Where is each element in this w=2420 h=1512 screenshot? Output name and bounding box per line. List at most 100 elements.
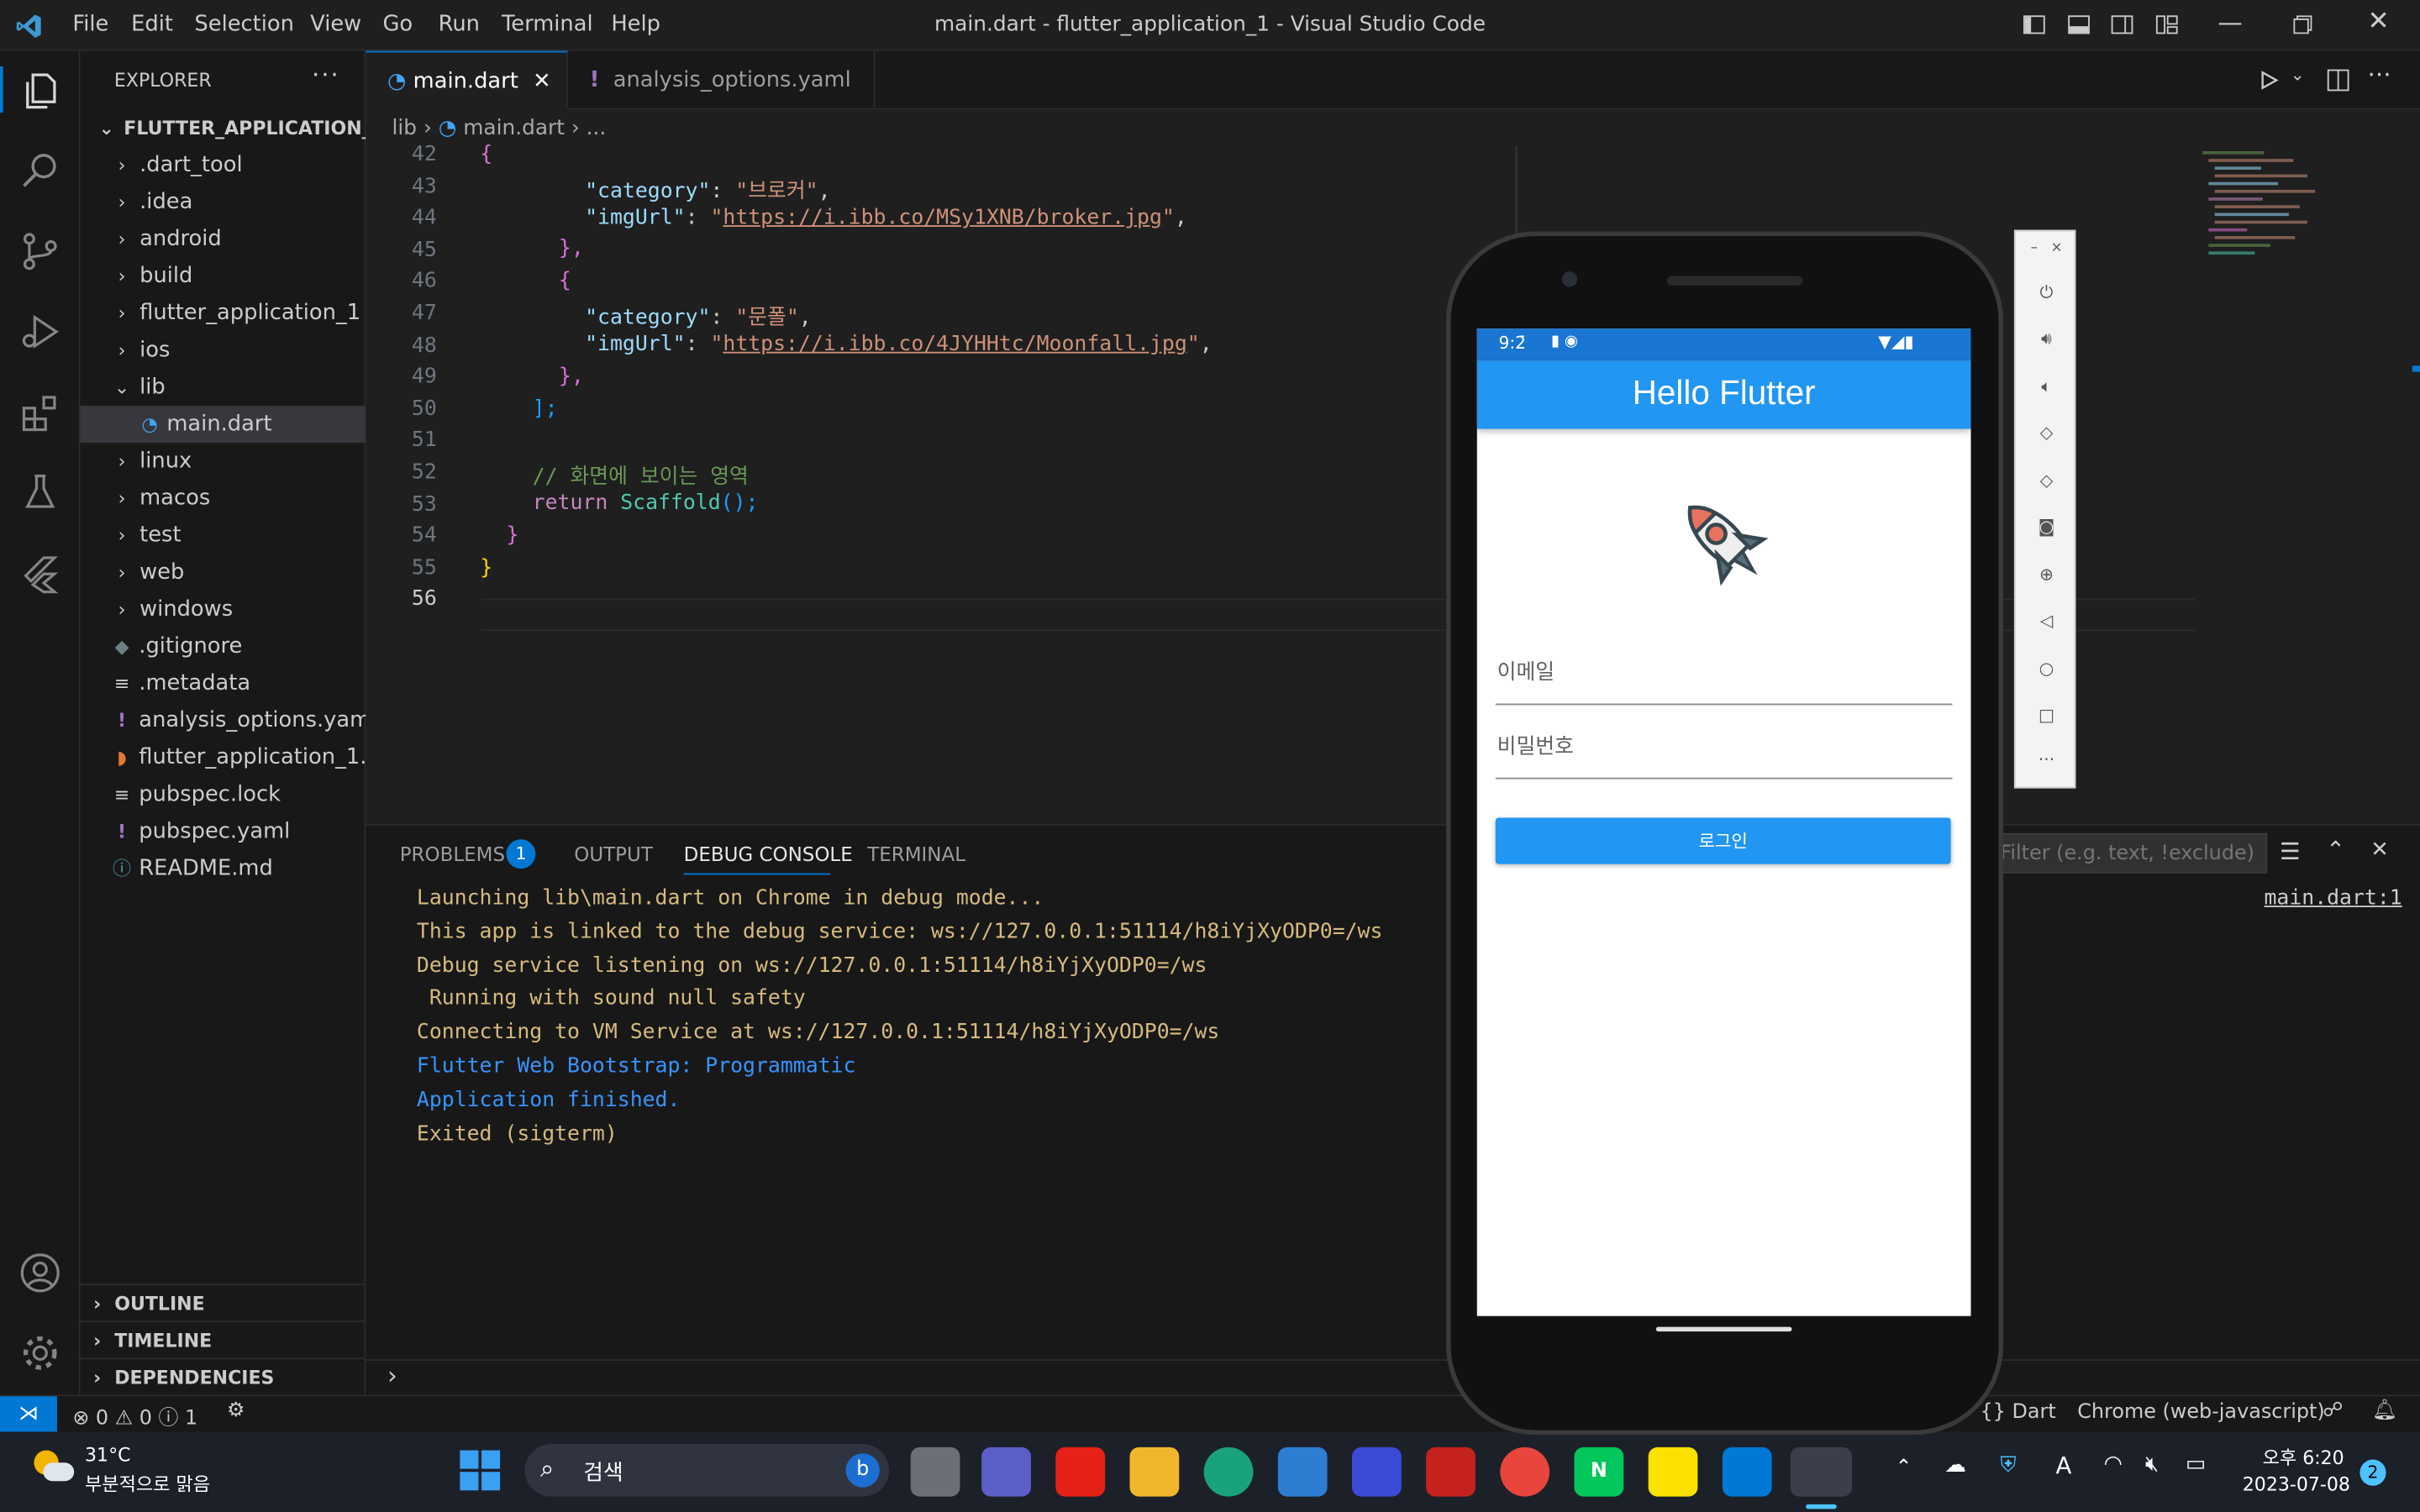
rotate-right-icon[interactable]: ◇ [2016,470,2077,491]
filter-input[interactable] [1986,832,2268,874]
more-actions-icon[interactable]: ··· [312,60,340,90]
gesture-bar[interactable] [1655,1326,1792,1332]
maximize-panel-icon[interactable]: ⌃ [2326,837,2345,864]
explorer-icon[interactable] [18,70,61,113]
back-icon[interactable]: ◁ [2016,611,2077,631]
tree-item[interactable]: › macos [81,480,366,517]
breadcrumb-more[interactable]: ... [587,116,607,140]
tree-item[interactable]: › ios [81,332,366,369]
tree-item[interactable]: › .idea [81,184,366,221]
tree-item[interactable]: ◆ .gitignore [81,628,366,665]
device-selector[interactable]: Chrome (web-javascript) [2077,1401,2324,1425]
close-window-icon[interactable]: ✕ [2368,6,2390,37]
code-url-link[interactable]: https://i.ibb.co/4JYHHtc/Moonfall.jpg [723,332,1186,356]
app-icon[interactable] [1351,1446,1402,1497]
tab-debug-console[interactable]: DEBUG CONSOLE [684,843,853,866]
word-wrap-icon[interactable]: ☰ [2280,837,2301,865]
breadcrumb-main-dart[interactable]: main.dart [463,116,565,140]
vscode-taskbar-icon[interactable] [1722,1446,1772,1497]
teams-icon[interactable] [981,1446,1031,1497]
tree-item[interactable]: › test [81,517,366,554]
emulator-taskbar-icon[interactable] [1790,1446,1853,1497]
emulator-minimize-close-icon[interactable]: – × [2016,241,2077,256]
camera-icon[interactable]: ◙ [2016,517,2077,537]
tree-item[interactable]: › web [81,554,366,591]
code-editor[interactable]: lib › ◔ main.dart › ... { "category": "브… [366,109,2420,824]
tab-main-dart[interactable]: ◔ main.dart ✕ [366,50,568,111]
mcafee-icon[interactable] [1426,1446,1476,1497]
taskbar-search[interactable]: ⌕ 검색 b [524,1444,889,1497]
wifi-icon[interactable]: ◠ [2103,1452,2122,1476]
split-editor-icon[interactable] [2326,68,2350,92]
run-icon[interactable] [2258,70,2280,92]
tree-item[interactable]: › android [81,221,366,258]
toggle-sidebar-icon[interactable] [2022,13,2046,37]
tree-item[interactable]: ! analysis_options.yaml [81,702,366,739]
remote-indicator-icon[interactable]: ⋊ [0,1396,57,1432]
run-debug-icon[interactable] [18,310,61,353]
naver-icon[interactable]: N [1574,1446,1624,1497]
project-root[interactable]: ⌄ FLUTTER_APPLICATION_1 [81,109,366,146]
tab-output[interactable]: OUTPUT [574,843,653,866]
close-tab-icon[interactable]: ✕ [533,52,551,111]
tab-problems[interactable]: PROBLEMS [400,843,505,866]
home-icon[interactable]: ○ [2016,659,2077,679]
start-button[interactable] [460,1450,501,1491]
tree-item[interactable]: ! pubspec.yaml [81,813,366,850]
overview-icon[interactable]: □ [2016,705,2077,725]
tree-item[interactable]: › windows [81,591,366,627]
edge-icon[interactable] [1203,1446,1254,1497]
tree-item[interactable]: ≡ pubspec.lock [81,776,366,813]
customize-layout-icon[interactable] [2154,13,2179,37]
section-outline[interactable]: › OUTLINE [80,1284,366,1320]
run-dropdown-icon[interactable]: ⌄ [2291,65,2305,85]
zoom-icon[interactable]: ⊕ [2016,564,2077,585]
search-icon[interactable] [18,148,61,191]
source-control-icon[interactable] [18,230,61,273]
accounts-icon[interactable] [18,1252,61,1294]
notifications-bell-icon[interactable]: 🔔︎ [2372,1399,2397,1423]
tab-analysis-options[interactable]: ! analysis_options.yaml [568,50,876,110]
code-url-link[interactable]: https://i.ibb.co/MSy1XNB/broker.jpg [723,205,1162,229]
editor-more-icon[interactable]: ··· [2368,60,2391,90]
store-icon[interactable] [1277,1446,1328,1497]
emulator-more-icon[interactable]: ··· [2016,750,2077,770]
testing-icon[interactable] [18,470,61,513]
feedback-icon[interactable]: ☍ [2323,1399,2343,1423]
tree-item[interactable]: › build [81,258,366,295]
flutter-icon[interactable] [18,553,61,596]
debug-icon[interactable]: ⚙ [227,1399,245,1423]
onedrive-icon[interactable]: ☁ [1944,1453,1966,1478]
restore-icon[interactable] [2293,15,2312,34]
language-mode[interactable]: {} Dart [1981,1401,2056,1425]
toggle-secondary-sidebar-icon[interactable] [2110,13,2134,37]
login-button[interactable]: 로그인 [1495,817,1951,864]
tab-terminal[interactable]: TERMINAL [867,843,965,866]
tree-item[interactable]: › linux [81,443,366,480]
task-view-icon[interactable] [910,1446,960,1497]
volume-down-icon[interactable]: 🔈︎ [2016,376,2077,398]
clock-date[interactable]: 2023-07-08 [2243,1473,2350,1495]
rotate-left-icon[interactable]: ◇ [2016,423,2077,443]
problems-status[interactable]: ⊗ 0 ⚠ 0 ⓘ 1 [72,1401,197,1431]
tree-item[interactable]: ⌄ lib [81,369,366,406]
weather-icon[interactable] [31,1450,75,1484]
clock-time[interactable]: 오후 6:20 [2263,1444,2344,1470]
tree-item[interactable]: ⓘ README.md [81,850,366,887]
tray-overflow-icon[interactable]: ⌃ [1896,1457,1912,1480]
close-panel-icon[interactable]: ✕ [2370,837,2389,862]
tree-item[interactable]: ≡ .metadata [81,665,366,702]
file-explorer-icon[interactable] [1129,1446,1180,1497]
extensions-icon[interactable] [18,392,61,435]
ime-icon[interactable]: A [2056,1452,2072,1479]
volume-up-icon[interactable]: 🔊︎ [2016,328,2077,350]
breadcrumb-lib[interactable]: lib [392,116,418,140]
tree-item[interactable]: ◔ main.dart [80,406,366,444]
tree-item[interactable]: ◗ flutter_application_1.i... [81,739,366,776]
power-icon[interactable]: ⏻ [2016,282,2077,304]
battery-icon[interactable]: ▭ [2186,1452,2206,1476]
minimap[interactable] [2202,146,2318,347]
chrome-icon[interactable] [1500,1446,1550,1497]
tree-item[interactable]: › flutter_application_1 [81,295,366,332]
minimize-icon[interactable]: — [2217,8,2242,37]
